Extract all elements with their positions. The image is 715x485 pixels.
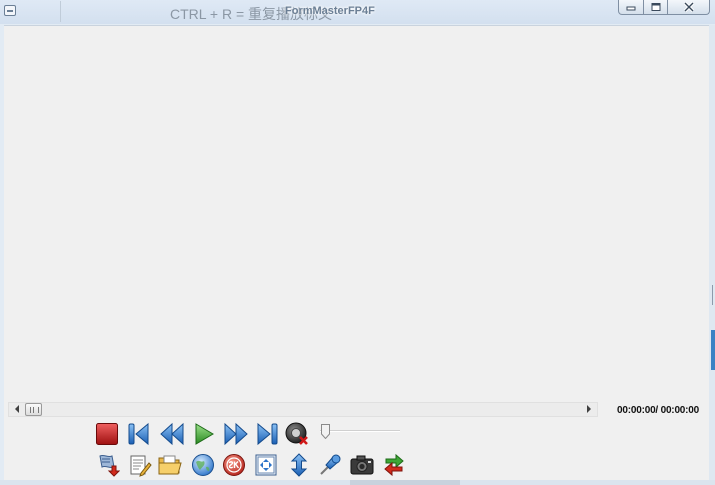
fast-forward-icon xyxy=(224,422,248,446)
title-bar[interactable]: CTRL + R = 重复播放标文 FormMasterFP4F xyxy=(0,0,715,24)
app-window: CTRL + R = 重复播放标文 FormMasterFP4F 00:00:0… xyxy=(0,0,715,485)
system-menu-icon[interactable] xyxy=(4,5,16,16)
resize-vertical-button[interactable] xyxy=(287,453,311,477)
edge-highlight xyxy=(711,330,715,370)
refresh-icon xyxy=(384,453,404,477)
skip-back-icon xyxy=(128,422,149,446)
stop-icon xyxy=(96,423,118,445)
volume-slider-knob[interactable] xyxy=(321,424,330,439)
close-icon xyxy=(683,2,694,12)
skip-forward-icon xyxy=(257,422,278,446)
play-button[interactable] xyxy=(192,422,216,446)
edit-icon xyxy=(130,455,152,477)
window-title: FormMasterFP4F xyxy=(285,5,375,17)
import-button[interactable] xyxy=(96,453,120,477)
previous-button[interactable] xyxy=(127,422,151,446)
sk-button[interactable] xyxy=(222,453,246,477)
pin-icon xyxy=(320,454,341,475)
scroll-left-arrow-icon[interactable] xyxy=(15,405,19,413)
fit-icon xyxy=(255,454,277,476)
bottom-border-mark xyxy=(350,480,460,485)
maximize-icon xyxy=(651,3,660,11)
sk-icon xyxy=(223,454,245,476)
window-edge xyxy=(709,25,715,485)
refresh-button[interactable] xyxy=(382,453,406,477)
close-button[interactable] xyxy=(667,0,710,15)
minimize-button[interactable] xyxy=(618,0,644,15)
rewind-icon xyxy=(160,422,184,446)
fast-forward-button[interactable] xyxy=(224,422,248,446)
snapshot-button[interactable] xyxy=(350,453,374,477)
web-button[interactable] xyxy=(191,453,215,477)
speaker-mute-icon xyxy=(285,422,308,445)
next-button[interactable] xyxy=(255,422,279,446)
seek-scrollbar[interactable] xyxy=(8,402,598,417)
play-icon xyxy=(195,423,214,445)
import-icon xyxy=(99,454,120,477)
pin-button[interactable] xyxy=(318,453,342,477)
stop-button[interactable] xyxy=(95,422,119,446)
camera-icon xyxy=(350,455,374,475)
open-folder-button[interactable] xyxy=(158,453,182,477)
mute-button[interactable] xyxy=(285,422,309,446)
volume-slider-track[interactable] xyxy=(320,430,400,432)
edit-button[interactable] xyxy=(128,453,152,477)
time-display: 00:00:00/ 00:00:00 xyxy=(617,405,700,416)
folder-icon xyxy=(158,455,182,475)
fit-window-button[interactable] xyxy=(254,453,278,477)
rewind-button[interactable] xyxy=(160,422,184,446)
globe-icon xyxy=(192,454,214,476)
scroll-thumb[interactable] xyxy=(25,403,42,416)
vertical-arrows-icon xyxy=(290,453,308,477)
maximize-button[interactable] xyxy=(643,0,668,15)
minimize-icon xyxy=(626,6,636,11)
title-separator xyxy=(60,1,120,22)
scroll-right-arrow-icon[interactable] xyxy=(587,405,591,413)
